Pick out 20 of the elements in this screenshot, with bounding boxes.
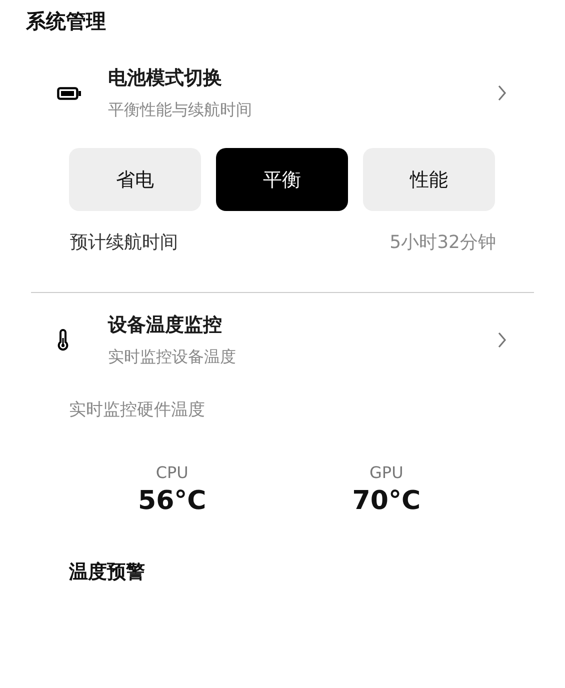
caption-text: 实时监控硬件温度 [68, 399, 206, 421]
estimate-label: 预计续航时间 [70, 231, 178, 254]
section-subtitle: 平衡性能与续航时间 [108, 100, 253, 121]
section-title: 电池模式切换 [108, 66, 223, 91]
mode-button[interactable]: 平衡 [216, 148, 348, 211]
battery-icon [57, 86, 81, 100]
mode-button[interactable]: 性能 [363, 148, 495, 211]
chevron-right-icon [497, 84, 507, 102]
section-title: 设备温度监控 [108, 313, 223, 338]
reading-value: 70°C [352, 486, 421, 516]
estimate-value: 5小时32分钟 [390, 231, 496, 254]
mode-button[interactable]: 省电 [69, 148, 201, 211]
reading-label: CPU [156, 463, 188, 482]
reading-label: GPU [370, 463, 404, 482]
page-title: 系统管理 [24, 8, 107, 35]
reading-value: 56°C [138, 486, 206, 516]
section-title: 温度预警 [68, 560, 146, 585]
thermometer-icon [57, 329, 69, 351]
chevron-right-icon [497, 331, 507, 349]
section-subtitle: 实时监控设备温度 [108, 347, 237, 368]
